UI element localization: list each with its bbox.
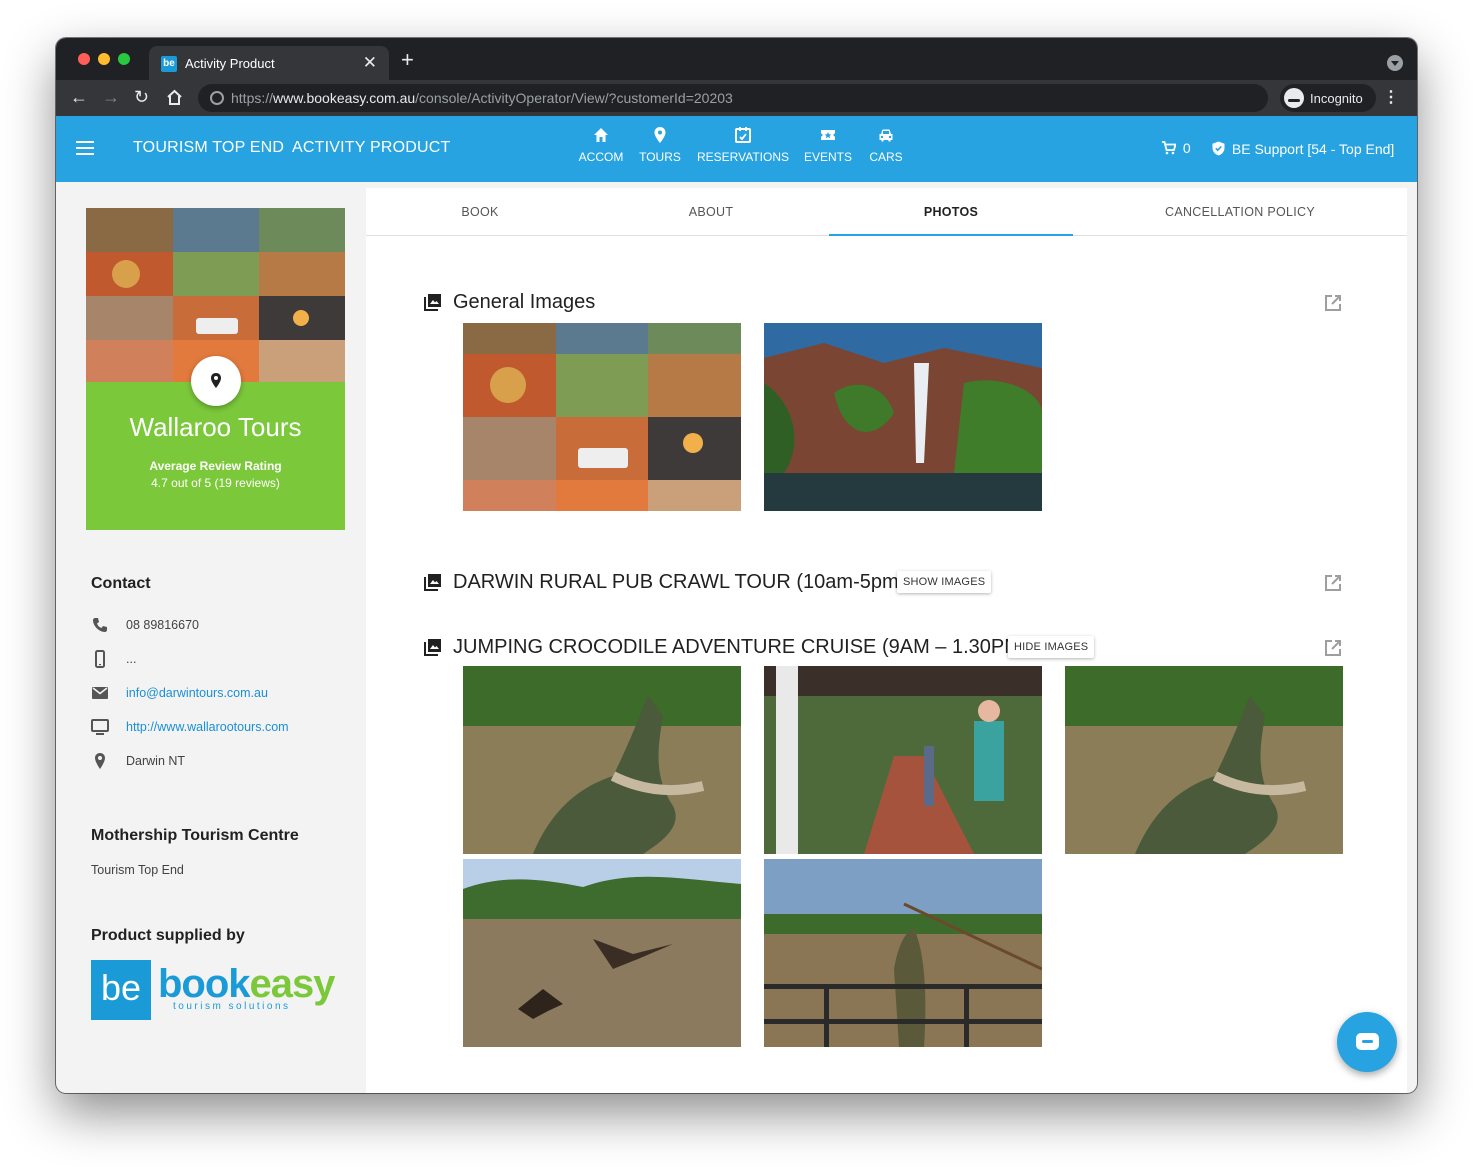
gallery-photo-croc-jump-1[interactable] (463, 666, 741, 854)
cart-icon (1162, 141, 1177, 155)
nav-cars[interactable]: CARS (864, 126, 908, 164)
open-external-icon[interactable] (1324, 639, 1342, 657)
photo-library-icon (424, 574, 441, 591)
chat-widget-button[interactable] (1337, 1012, 1397, 1072)
supplied-by-heading: Product supplied by (91, 927, 245, 944)
open-external-icon[interactable] (1324, 294, 1342, 312)
chat-icon (1356, 1033, 1379, 1050)
browser-menu-icon[interactable]: ⋮ (1383, 89, 1399, 107)
gallery-title-general: General Images (453, 291, 596, 313)
nav-tours-label: TOURS (639, 150, 681, 164)
location-text: Darwin NT (126, 754, 186, 768)
location-badge[interactable] (191, 356, 241, 406)
url-bar[interactable]: https://www.bookeasy.com.au/console/Acti… (198, 84, 1268, 112)
minimize-window-button[interactable] (98, 53, 110, 65)
gallery-photo-boardwalk[interactable] (764, 666, 1042, 854)
nav-accom[interactable]: ACCOM (576, 126, 626, 164)
show-images-button[interactable]: SHOW IMAGES (897, 571, 992, 593)
gallery-photo-croc-river[interactable] (764, 859, 1042, 1047)
favicon-icon: be (161, 56, 177, 72)
url-text: https://www.bookeasy.com.au/console/Acti… (231, 90, 733, 106)
home-icon (594, 128, 608, 142)
hide-images-button[interactable]: HIDE IMAGES (1008, 636, 1095, 658)
mobile-icon (95, 650, 105, 668)
tab-cancellation-policy[interactable]: CANCELLATION POLICY (1073, 188, 1407, 236)
incognito-badge[interactable]: Incognito (1280, 84, 1376, 112)
email-link[interactable]: info@darwintours.com.au (126, 686, 268, 700)
nav-events[interactable]: EVENTS (802, 126, 854, 164)
logo-wordmark: bookeasy (158, 962, 336, 1006)
nav-tours[interactable]: TOURS (635, 126, 685, 164)
photo-library-icon (424, 294, 441, 311)
operator-name: Wallaroo Tours (129, 412, 302, 442)
new-tab-button[interactable]: + (401, 49, 414, 71)
site-info-icon[interactable] (210, 91, 224, 105)
pin-icon (211, 373, 221, 388)
home-button-icon[interactable] (166, 89, 183, 106)
nav-accom-label: ACCOM (578, 150, 624, 164)
cart-button[interactable]: 0 (1162, 140, 1191, 156)
location-pin-icon (95, 753, 105, 769)
pin-icon (654, 127, 666, 143)
gallery-photo-birds[interactable] (463, 859, 741, 1047)
gallery-photo-collage[interactable] (463, 323, 741, 511)
gallery-photo-croc-jump-2[interactable] (1065, 666, 1343, 854)
rating-title: Average Review Rating (149, 459, 282, 473)
logo-tagline: tourism solutions (173, 1001, 291, 1012)
nav-reservations-label: RESERVATIONS (696, 150, 790, 164)
product-tabs: BOOK ABOUT PHOTOS CANCELLATION POLICY (366, 188, 1407, 236)
maximize-window-button[interactable] (118, 53, 130, 65)
tab-about[interactable]: ABOUT (594, 188, 828, 236)
incognito-label: Incognito (1310, 91, 1363, 106)
brand-link[interactable]: TOURISM TOP END (133, 139, 284, 157)
tab-close-icon[interactable]: ✕ (363, 53, 377, 73)
gallery-title-pub-crawl: DARWIN RURAL PUB CRAWL TOUR (10am-5pm) (453, 571, 906, 593)
back-icon[interactable]: ← (70, 87, 88, 107)
shield-check-icon (1212, 141, 1225, 156)
contact-heading: Contact (91, 575, 151, 592)
cart-count: 0 (1182, 140, 1191, 156)
calendar-icon (735, 127, 751, 143)
mothership-value: Tourism Top End (91, 863, 184, 877)
gallery-photo-waterfall[interactable] (764, 323, 1042, 511)
browser-tab-strip: be Activity Product ✕ + (56, 38, 1417, 80)
browser-tab[interactable]: be Activity Product ✕ (149, 46, 389, 80)
nav-cars-label: CARS (869, 150, 903, 164)
phone-icon (93, 618, 107, 632)
menu-icon[interactable] (76, 141, 94, 155)
nav-reservations[interactable]: RESERVATIONS (695, 126, 791, 164)
rating-text: 4.7 out of 5 (19 reviews) (151, 476, 280, 490)
page-title: ACTIVITY PRODUCT (292, 139, 451, 156)
ticket-icon (821, 130, 835, 140)
tab-title: Activity Product (185, 56, 275, 71)
tab-book[interactable]: BOOK (366, 188, 594, 236)
gallery-title-crocodile-cruise: JUMPING CROCODILE ADVENTURE CRUISE (9AM … (453, 636, 1028, 658)
address-toolbar: ← → ↻ https://www.bookeasy.com.au/consol… (56, 80, 1417, 116)
app-header: TOURISM TOP END ACTIVITY PRODUCT ACCOM T… (56, 116, 1417, 182)
photo-library-icon (424, 639, 441, 656)
phone-text: 08 89816670 (126, 618, 199, 632)
open-external-icon[interactable] (1324, 574, 1342, 592)
tab-search-icon[interactable] (1387, 55, 1403, 71)
operator-sidebar: Wallaroo Tours Average Review Rating 4.7… (66, 188, 366, 1093)
computer-icon (91, 719, 109, 735)
mobile-text: ... (126, 652, 137, 666)
bookeasy-logo: be bookeasy tourism solutions (91, 960, 351, 1020)
nav-events-label: EVENTS (803, 150, 852, 164)
tab-photos[interactable]: PHOTOS (829, 188, 1073, 236)
reload-icon[interactable]: ↻ (134, 87, 149, 107)
car-icon (879, 129, 893, 142)
incognito-icon (1284, 88, 1304, 108)
browser-window: be Activity Product ✕ + ← → ↻ https://ww… (56, 38, 1417, 1093)
close-window-button[interactable] (78, 53, 90, 65)
logo-badge: be (91, 960, 151, 1020)
support-label: BE Support [54 - Top End] (1231, 141, 1395, 157)
email-icon (92, 687, 108, 699)
forward-icon[interactable]: → (102, 87, 120, 107)
support-account-button[interactable]: BE Support [54 - Top End] (1212, 141, 1394, 157)
main-content: BOOK ABOUT PHOTOS CANCELLATION POLICY Ge… (366, 188, 1407, 1093)
website-link[interactable]: http://www.wallarootours.com (126, 720, 289, 734)
mothership-heading: Mothership Tourism Centre (91, 827, 299, 844)
